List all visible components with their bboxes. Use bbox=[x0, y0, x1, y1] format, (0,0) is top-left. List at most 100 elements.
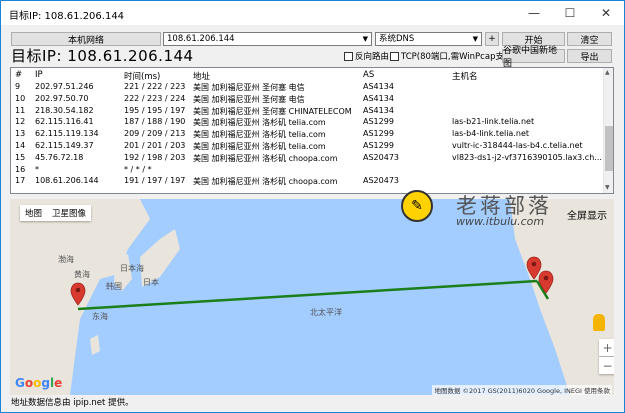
table-row[interactable]: 11 218.30.54.182 195 / 195 / 197 美国 加利福尼亚州 … bbox=[11, 106, 606, 116]
status-bar: 地址数据信息由 ipip.net 提供。 bbox=[11, 398, 134, 408]
cell-time: 191 / 197 / 197 bbox=[124, 176, 186, 186]
cell-hostname: las-b21-link.telia.net bbox=[452, 117, 535, 127]
label-japan: 日本 bbox=[143, 278, 159, 287]
cell-address: 美国 加利福尼亚州 圣何塞 电信 bbox=[193, 83, 305, 92]
cell-time: 222 / 223 / 224 bbox=[124, 93, 186, 103]
cell-time: 195 / 195 / 197 bbox=[124, 105, 186, 115]
cell-address: 美国 加利福尼亚州 圣何塞 电信 bbox=[193, 94, 305, 104]
cell-ip: 62.115.119.134 bbox=[35, 129, 99, 139]
zoom-in-button[interactable]: + bbox=[599, 339, 614, 356]
reverse-route-checkbox[interactable]: 反向路由 bbox=[344, 50, 389, 62]
pen-logo-icon: ✎ bbox=[401, 190, 433, 222]
fullscreen-button[interactable]: 全屏显示 bbox=[567, 207, 607, 222]
tcp-checkbox[interactable]: TCP(80端口,需WinPcap支持) bbox=[390, 50, 516, 62]
scroll-down-icon[interactable]: ▼ bbox=[605, 184, 610, 191]
cell-time: 187 / 188 / 190 bbox=[124, 117, 186, 127]
cell-num: 12 bbox=[15, 117, 26, 127]
checkbox-box[interactable] bbox=[390, 51, 399, 61]
cell-ip: 202.97.51.246 bbox=[35, 82, 94, 91]
maximize-button[interactable]: ☐ bbox=[552, 1, 588, 25]
table-row[interactable]: 14 62.115.149.37 201 / 201 / 203 美国 加利福尼亚州 … bbox=[11, 141, 606, 151]
cell-hostname: vl823-ds1-j2-vf3716390105.lax3.ch... bbox=[452, 152, 602, 162]
table-row[interactable]: 12 62.115.116.41 187 / 188 / 190 美国 加利福尼亚州 … bbox=[11, 117, 606, 127]
cell-num: 10 bbox=[15, 93, 26, 103]
label-bohai: 渤海 bbox=[58, 255, 74, 264]
trace-table[interactable]: # IP 时间(ms) 地址 AS 主机名 9 202.97.51.246 221 … bbox=[10, 67, 614, 194]
cell-num: 16 bbox=[15, 164, 26, 174]
cell-as: AS4134 bbox=[363, 82, 394, 91]
chevron-down-icon: ▼ bbox=[362, 35, 368, 43]
export-button[interactable]: 导出 bbox=[567, 49, 612, 63]
zoom-out-button[interactable]: − bbox=[599, 357, 614, 374]
clear-button[interactable]: 清空 bbox=[567, 32, 612, 46]
cell-num: 17 bbox=[15, 176, 26, 186]
dns-combo[interactable]: 系统DNS ▼ bbox=[375, 32, 482, 46]
local-network-button[interactable]: 本机网络 bbox=[11, 32, 161, 46]
col-header-hostname[interactable]: 主机名 bbox=[452, 70, 478, 82]
cell-address: 美国 加利福尼亚州 洛杉矶 telia.com bbox=[193, 118, 326, 128]
col-header-address[interactable]: 地址 bbox=[193, 70, 210, 82]
table-scrollbar[interactable]: ▲ ▼ bbox=[603, 68, 613, 193]
table-row[interactable]: 9 202.97.51.246 221 / 222 / 223 美国 加利福尼亚州 圣… bbox=[11, 82, 606, 92]
cell-ip: 218.30.54.182 bbox=[35, 105, 94, 115]
app-window: 目标IP: 108.61.206.144 — ☐ ✕ 本机网络 108.61.2… bbox=[0, 0, 625, 413]
minimize-button[interactable]: — bbox=[516, 1, 552, 25]
close-button[interactable]: ✕ bbox=[588, 1, 624, 25]
label-korea: 韩国 bbox=[106, 282, 122, 291]
target-combo[interactable]: 108.61.206.144 ▼ bbox=[163, 32, 372, 46]
google-map-button[interactable]: 谷歌中国新地图 bbox=[502, 46, 565, 69]
cell-as: AS4134 bbox=[363, 93, 394, 103]
google-letter: e bbox=[54, 376, 63, 390]
cell-as: AS1299 bbox=[363, 117, 394, 127]
scroll-up-icon[interactable]: ▲ bbox=[605, 69, 610, 76]
table-row[interactable]: 10 202.97.50.70 222 / 223 / 224 美国 加利福尼亚州 圣… bbox=[11, 94, 606, 104]
watermark-url: www.itbulu.com bbox=[456, 215, 545, 228]
cell-address: 美国 加利福尼亚州 洛杉矶 telia.com bbox=[193, 130, 326, 140]
table-row[interactable]: 13 62.115.119.134 209 / 209 / 213 美国 加利福尼亚州… bbox=[11, 129, 606, 139]
cell-num: 13 bbox=[15, 129, 26, 139]
cell-address: 美国 加利福尼亚州 洛杉矶 choopa.com bbox=[193, 153, 338, 163]
cell-hostname: las-b4-link.telia.net bbox=[452, 129, 530, 139]
add-button[interactable]: + bbox=[485, 32, 499, 46]
label-yellow-sea: 黄海 bbox=[74, 270, 90, 279]
col-header-num[interactable]: # bbox=[15, 70, 22, 80]
taiwan-island bbox=[90, 335, 100, 355]
cell-as: AS1299 bbox=[363, 141, 394, 150]
route-map[interactable]: 地图 卫星图像 韩国 日本 日本海 北太平洋 东海 黄海 渤海 + − bbox=[10, 199, 614, 395]
scrollbar-thumb[interactable] bbox=[605, 126, 613, 171]
cell-time: 192 / 198 / 203 bbox=[124, 152, 186, 162]
title-bar[interactable]: 目标IP: 108.61.206.144 — ☐ ✕ bbox=[1, 1, 624, 25]
tab-satellite[interactable]: 卫星图像 bbox=[47, 205, 91, 221]
label-pacific: 北太平洋 bbox=[310, 308, 342, 317]
col-header-ip[interactable]: IP bbox=[35, 70, 43, 80]
col-header-time[interactable]: 时间(ms) bbox=[124, 70, 160, 82]
cell-time: 221 / 222 / 223 bbox=[124, 82, 186, 91]
reverse-route-label: 反向路由 bbox=[355, 52, 390, 62]
cell-ip: 62.115.116.41 bbox=[35, 117, 94, 127]
table-row[interactable]: 17 108.61.206.144 191 / 197 / 197 美国 加利福尼亚州… bbox=[11, 176, 606, 186]
table-row[interactable]: 16 * * / * / * bbox=[11, 165, 606, 175]
checkbox-box[interactable] bbox=[344, 51, 353, 61]
google-letter: G bbox=[15, 376, 25, 390]
cell-ip: 108.61.206.144 bbox=[35, 176, 99, 186]
cell-ip: 45.76.72.18 bbox=[35, 152, 84, 162]
col-header-as[interactable]: AS bbox=[363, 70, 374, 80]
cell-ip: * bbox=[35, 164, 39, 174]
street-view-pegman-icon[interactable] bbox=[593, 314, 605, 331]
cell-ip: 202.97.50.70 bbox=[35, 93, 89, 103]
map-type-tabs: 地图 卫星图像 bbox=[20, 205, 92, 221]
table-row[interactable]: 15 45.76.72.18 192 / 198 / 203 美国 加利福尼亚州 洛杉… bbox=[11, 153, 606, 163]
cell-time: 201 / 201 / 203 bbox=[124, 141, 186, 150]
map-canvas bbox=[10, 199, 614, 395]
google-letter: g bbox=[41, 376, 50, 390]
cell-time: 209 / 209 / 213 bbox=[124, 129, 186, 139]
cell-as: AS1299 bbox=[363, 129, 394, 139]
cell-address: 美国 加利福尼亚州 洛杉矶 choopa.com bbox=[193, 177, 338, 187]
cell-as: AS20473 bbox=[363, 152, 399, 162]
tab-map[interactable]: 地图 bbox=[20, 205, 47, 221]
google-logo: Google bbox=[15, 376, 62, 390]
dns-combo-value: 系统DNS bbox=[379, 34, 415, 44]
cell-hostname: vultr-ic-318444-las-b4.c.telia.net bbox=[452, 141, 583, 150]
map-attribution[interactable]: 地图数据 ©2017 GS(2011)6020 Google, INEGI 使用… bbox=[432, 385, 612, 395]
label-east-china-sea: 东海 bbox=[92, 312, 108, 321]
